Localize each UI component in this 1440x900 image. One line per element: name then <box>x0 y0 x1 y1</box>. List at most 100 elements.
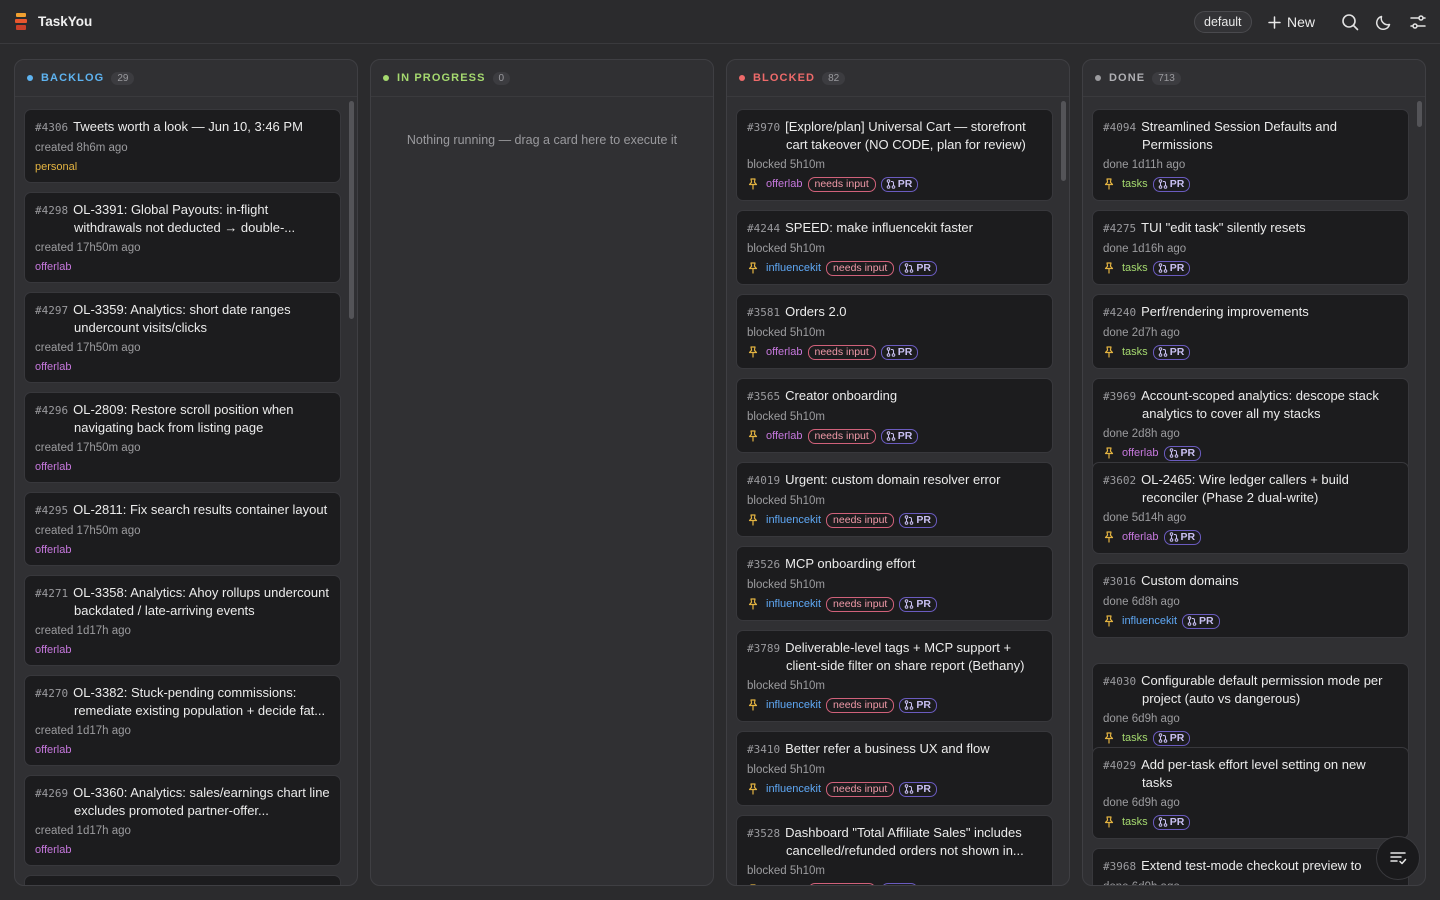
project-tag[interactable]: personal <box>35 161 77 173</box>
project-tag[interactable]: offerlab <box>35 644 72 656</box>
task-card[interactable]: #3602 OL-2465: Wire ledger callers + buil… <box>1092 462 1409 554</box>
task-card[interactable]: #4306 Tweets worth a look — Jun 10, 3:46 … <box>24 109 341 183</box>
project-tag[interactable]: offerlab <box>766 346 803 358</box>
task-card[interactable]: #3789 Deliverable-level tags + MCP suppor… <box>736 630 1053 722</box>
pr-badge[interactable]: PR <box>899 512 937 528</box>
task-id: #4019 <box>747 474 781 487</box>
pr-badge[interactable]: PR <box>899 781 937 797</box>
workspace-selector[interactable]: default <box>1194 11 1252 33</box>
search-icon[interactable] <box>1340 12 1360 32</box>
moon-icon[interactable] <box>1374 12 1394 32</box>
task-card[interactable]: #4298 OL-3391: Global Payouts: in-flight … <box>24 192 341 283</box>
pr-badge[interactable]: PR <box>1182 613 1220 629</box>
task-card[interactable]: #4240 Perf/rendering improvements done 2d7… <box>1092 294 1409 369</box>
column-body[interactable]: #4094 Streamlined Session Defaults and Pe… <box>1083 98 1425 885</box>
scrollbar[interactable] <box>349 101 354 319</box>
pr-badge[interactable]: PR <box>1152 344 1191 360</box>
column-blocked[interactable]: BLOCKED 82 #3970 [Explore/plan] Universal… <box>726 59 1070 886</box>
task-title-text: [Explore/plan] Universal Cart — storefro… <box>785 119 1026 152</box>
project-tag[interactable]: offerlab <box>35 261 72 273</box>
pr-badge[interactable]: PR <box>880 176 919 192</box>
project-tag[interactable]: offerlab <box>766 430 803 442</box>
project-tag[interactable]: influencekit <box>766 262 821 274</box>
scrollbar[interactable] <box>1417 101 1422 127</box>
pr-badge[interactable]: PR <box>1152 176 1191 192</box>
project-tag[interactable]: offerlab <box>1122 531 1159 543</box>
filter-list-button[interactable] <box>1376 836 1420 880</box>
pr-badge[interactable]: PR <box>880 882 919 885</box>
task-title: #4019 Urgent: custom domain resolver erro… <box>747 471 1042 489</box>
task-tags: offerlab needs input PR <box>747 344 1042 360</box>
scrollbar[interactable] <box>1061 101 1066 181</box>
task-title: #3602 OL-2465: Wire ledger callers + buil… <box>1103 471 1398 506</box>
project-tag[interactable]: influencekit <box>766 699 821 711</box>
project-tag[interactable]: tasks <box>1122 346 1148 358</box>
project-tag[interactable]: influencekit <box>1122 615 1177 627</box>
project-tag[interactable]: offerlab <box>35 744 72 756</box>
pr-badge[interactable]: PR <box>1152 730 1191 746</box>
task-card[interactable]: #3968 Extend test-mode checkout preview t… <box>1092 848 1409 885</box>
task-card[interactable]: #4030 Configurable default permission mod… <box>1092 663 1409 755</box>
task-card[interactable]: #4296 OL-2809: Restore scroll position wh… <box>24 392 341 483</box>
sliders-icon[interactable] <box>1408 12 1428 32</box>
task-title-text: Custom domains <box>1141 573 1239 588</box>
task-card[interactable]: #3016 Custom domains done 6d8h ago influenc… <box>1092 563 1409 638</box>
project-tag[interactable]: offerlab <box>35 461 72 473</box>
task-card[interactable]: #4244 SPEED: make influencekit faster bloc… <box>736 210 1053 285</box>
project-tag[interactable]: influencekit <box>766 783 821 795</box>
task-card[interactable]: #3565 Creator onboarding blocked 5h10m offe… <box>736 378 1053 453</box>
project-tag[interactable]: tasks <box>1122 262 1148 274</box>
pr-badge[interactable]: PR <box>899 697 937 713</box>
task-meta: created 17h50m ago <box>35 442 141 454</box>
task-card[interactable]: #3970 [Explore/plan] Universal Cart — sto… <box>736 109 1053 201</box>
task-card[interactable]: #4094 Streamlined Session Defaults and Pe… <box>1092 109 1409 201</box>
project-tag[interactable]: offerlab <box>1122 447 1159 459</box>
pr-badge[interactable]: PR <box>1152 260 1191 276</box>
project-tag[interactable]: tasks <box>1122 732 1148 744</box>
project-tag[interactable]: offerlab <box>766 884 803 885</box>
task-card[interactable]: #4269 OL-3360: Analytics: sales/earnings … <box>24 775 341 866</box>
task-card[interactable]: #4270 OL-3382: Stuck-pending commissions:… <box>24 675 341 766</box>
task-card[interactable]: #3581 Orders 2.0 blocked 5h10m offerlab need… <box>736 294 1053 369</box>
column-done[interactable]: DONE 713 #4094 Streamlined Session Defaul… <box>1082 59 1426 886</box>
pr-badge[interactable]: PR <box>899 260 937 276</box>
task-tags: tasks PR <box>1103 344 1398 360</box>
pr-badge[interactable]: PR <box>1163 529 1202 545</box>
column-body[interactable]: Nothing running — drag a card here to ex… <box>371 98 713 885</box>
task-card[interactable]: #3528 Dashboard "Total Affiliate Sales" i… <box>736 815 1053 885</box>
top-bar: TaskYou default New <box>0 0 1440 44</box>
project-tag[interactable]: offerlab <box>766 178 803 190</box>
task-card[interactable]: #3969 Account-scoped analytics: descope s… <box>1092 378 1409 470</box>
project-tag[interactable]: tasks <box>1122 178 1148 190</box>
task-tags: influencekit PR <box>1103 613 1398 629</box>
column-title: IN PROGRESS <box>397 72 486 84</box>
project-tag[interactable]: offerlab <box>35 844 72 856</box>
task-card[interactable]: #4297 OL-3359: Analytics: short date rang… <box>24 292 341 383</box>
pr-badge[interactable]: PR <box>1163 445 1202 461</box>
pr-badge[interactable]: PR <box>899 596 937 612</box>
task-card[interactable]: #4029 Add per-task effort level setting o… <box>1092 747 1409 839</box>
task-card[interactable]: #4268OL-3361: Account insights: granular… <box>24 875 341 885</box>
task-card[interactable]: #4019 Urgent: custom domain resolver erro… <box>736 462 1053 537</box>
column-body[interactable]: #3970 [Explore/plan] Universal Cart — sto… <box>727 98 1069 885</box>
task-card[interactable]: #3526 MCP onboarding effort blocked 5h10m i… <box>736 546 1053 621</box>
pr-badge[interactable]: PR <box>880 428 919 444</box>
task-card[interactable]: #4295 OL-2811: Fix search results contain… <box>24 492 341 566</box>
task-title: #4269 OL-3360: Analytics: sales/earnings … <box>35 784 330 819</box>
column-body[interactable]: #4306 Tweets worth a look — Jun 10, 3:46 … <box>15 98 357 885</box>
pr-badge[interactable]: PR <box>880 344 919 360</box>
task-card[interactable]: #4275 TUI "edit task" silently resets done… <box>1092 210 1409 285</box>
column-header-in-progress: IN PROGRESS 0 <box>371 60 713 97</box>
task-card[interactable]: #3410 Better refer a business UX and flow… <box>736 731 1053 806</box>
project-tag[interactable]: influencekit <box>766 514 821 526</box>
task-card[interactable]: #4271 OL-3358: Analytics: Ahoy rollups un… <box>24 575 341 666</box>
new-task-button[interactable]: New <box>1268 10 1315 34</box>
project-tag[interactable]: tasks <box>1122 816 1148 828</box>
project-tag[interactable]: offerlab <box>35 361 72 373</box>
pr-badge[interactable]: PR <box>1152 814 1191 830</box>
ladder-logo-icon[interactable] <box>14 12 28 32</box>
column-backlog[interactable]: BACKLOG 29 #4306 Tweets worth a look — Ju… <box>14 59 358 886</box>
project-tag[interactable]: offerlab <box>35 544 72 556</box>
column-in-progress[interactable]: IN PROGRESS 0 Nothing running — drag a c… <box>370 59 714 886</box>
project-tag[interactable]: influencekit <box>766 598 821 610</box>
